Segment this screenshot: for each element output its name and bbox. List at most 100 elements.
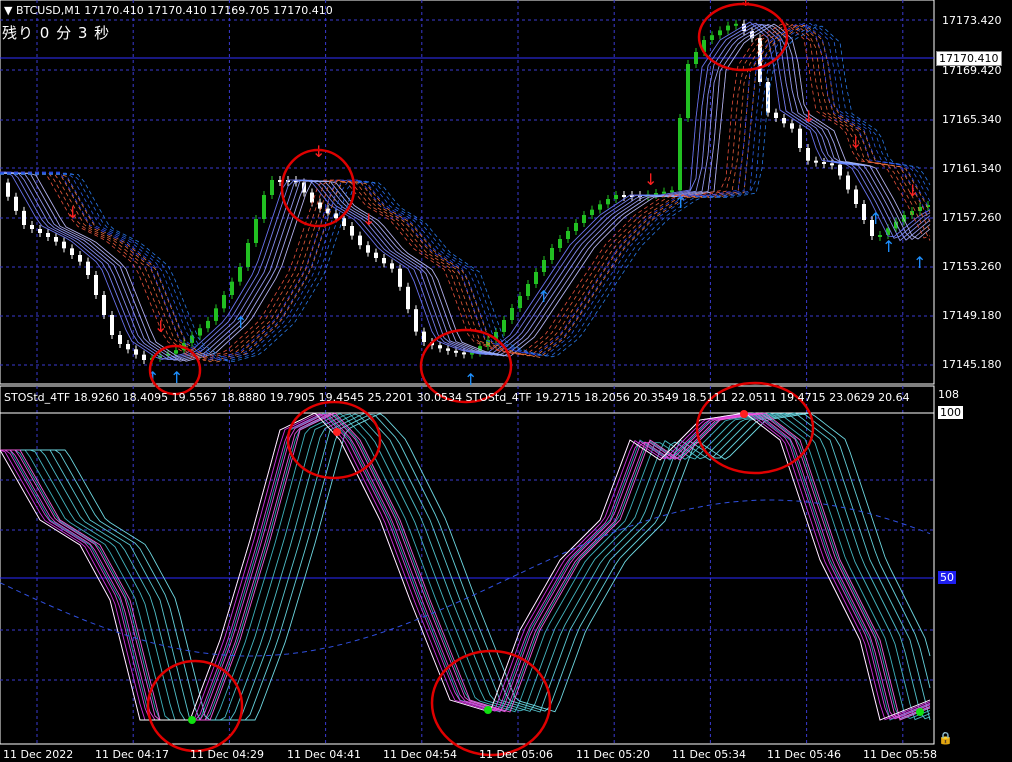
candle: [502, 320, 506, 332]
candle: [798, 128, 802, 148]
candle: [310, 192, 314, 203]
candle: [830, 163, 834, 166]
ma-ribbon-slow: [0, 24, 931, 363]
buy-dot: [916, 708, 924, 716]
ma-ribbon-blue: [0, 23, 931, 362]
candle: [766, 82, 770, 113]
ma-ribbon-blue: [0, 24, 931, 361]
up-arrow-icon: ↑: [869, 209, 882, 228]
candle: [574, 223, 578, 231]
down-arrow-icon: ↓: [362, 210, 375, 229]
candle: [734, 23, 738, 26]
down-arrow-icon: ↓: [849, 133, 862, 152]
candle: [814, 160, 818, 163]
price-tick: 17165.340: [942, 113, 1002, 126]
candle: [566, 231, 570, 239]
down-arrow-icon: ↓: [802, 107, 815, 126]
triangle-down-icon[interactable]: ▼: [4, 4, 12, 17]
ma-ribbon-slow-blue: [0, 24, 931, 362]
candle: [718, 30, 722, 36]
ma-ribbon-red: [0, 23, 931, 360]
candle: [14, 196, 18, 211]
price-tick: 17157.260: [942, 211, 1002, 224]
ma-ribbon-red: [0, 24, 931, 361]
price-tick: 17173.420: [942, 14, 1002, 27]
ma-ribbon-blue: [0, 21, 931, 360]
candle: [406, 286, 410, 310]
time-tick: 11 Dec 04:54: [383, 748, 457, 761]
candle: [390, 263, 394, 269]
candle: [246, 243, 250, 267]
osc-level-108: 108: [938, 388, 959, 401]
price-tick: 17145.180: [942, 358, 1002, 371]
candle: [54, 237, 58, 242]
candle: [70, 248, 74, 255]
chart-canvas[interactable]: ↓↓↓↓↓↓↓↓↓↑ ↑↑↑↑↑↑↑↑: [0, 0, 1012, 762]
candle: [230, 281, 234, 295]
buy-dot: [484, 706, 492, 714]
candle: [414, 309, 418, 332]
ma-ribbon-blue: [0, 23, 931, 362]
lock-icon[interactable]: 🔒: [938, 731, 953, 745]
candle: [710, 35, 714, 40]
candle: [862, 204, 866, 220]
ma-ribbon-slow: [0, 23, 931, 360]
symbol-info: BTCUSD,M1 17170.410 17170.410 17169.705 …: [15, 4, 333, 17]
indicator-header: STOStd_4TF 18.9260 18.4095 19.5567 18.88…: [4, 391, 910, 404]
ma-ribbon-slow: [0, 22, 931, 360]
candle: [518, 296, 522, 308]
highlight-circle: [430, 649, 552, 757]
ma-ribbon-red: [0, 21, 931, 360]
ma-ribbon-slow: [0, 24, 931, 361]
candle: [366, 245, 370, 253]
candle: [526, 284, 530, 296]
osc-level-100: 100: [938, 406, 963, 419]
candle: [782, 118, 786, 124]
up-arrow-icon: ↑: [537, 287, 550, 306]
up-arrow-icon: ↑: [170, 368, 183, 387]
ma-ribbon-slow-blue: [0, 22, 931, 362]
candle: [846, 175, 850, 190]
candle: [550, 248, 554, 260]
candle: [686, 64, 690, 118]
candle: [606, 199, 610, 205]
candle: [238, 267, 242, 282]
down-arrow-icon: ↓: [644, 170, 657, 189]
candle: [198, 328, 202, 336]
ma-ribbon-blue: [0, 22, 931, 360]
symbol-header: ▼ BTCUSD,M1 17170.410 17170.410 17169.70…: [4, 4, 333, 17]
candle: [614, 195, 618, 199]
candle: [262, 195, 266, 219]
price-tick: 17153.260: [942, 260, 1002, 273]
candle: [510, 308, 514, 320]
remaining-time: 残り 0 分 3 秒: [2, 24, 111, 42]
candle: [94, 275, 98, 295]
candle: [126, 344, 130, 350]
candle: [86, 261, 90, 275]
candle: [822, 162, 826, 164]
ma-ribbon-slow-blue: [0, 22, 931, 361]
candle: [38, 229, 42, 233]
down-arrow-icon: ↓: [154, 317, 167, 336]
candle: [134, 349, 138, 355]
up-arrow-icon: ↑: [146, 368, 159, 387]
price-tick: 17161.340: [942, 162, 1002, 175]
time-tick: 11 Dec 05:06: [479, 748, 553, 761]
oscillator-pane: [0, 385, 935, 745]
sell-dot: [740, 410, 748, 418]
time-tick: 11 Dec 04:41: [287, 748, 361, 761]
candle: [102, 295, 106, 315]
candle: [854, 189, 858, 204]
candle: [622, 195, 626, 197]
candle: [678, 118, 682, 191]
candle: [350, 226, 354, 236]
candle: [270, 180, 274, 195]
time-tick: 11 Dec 05:46: [767, 748, 841, 761]
time-tick: 11 Dec 05:58: [863, 748, 937, 761]
ma-ribbon-red: [0, 22, 931, 360]
up-arrow-icon: ↑: [882, 237, 895, 256]
ma-ribbon-slow-blue: [0, 22, 931, 361]
ma-ribbon-red: [0, 23, 931, 362]
osc-level-50: 50: [938, 571, 956, 584]
up-arrow-icon: ↑: [464, 370, 477, 389]
